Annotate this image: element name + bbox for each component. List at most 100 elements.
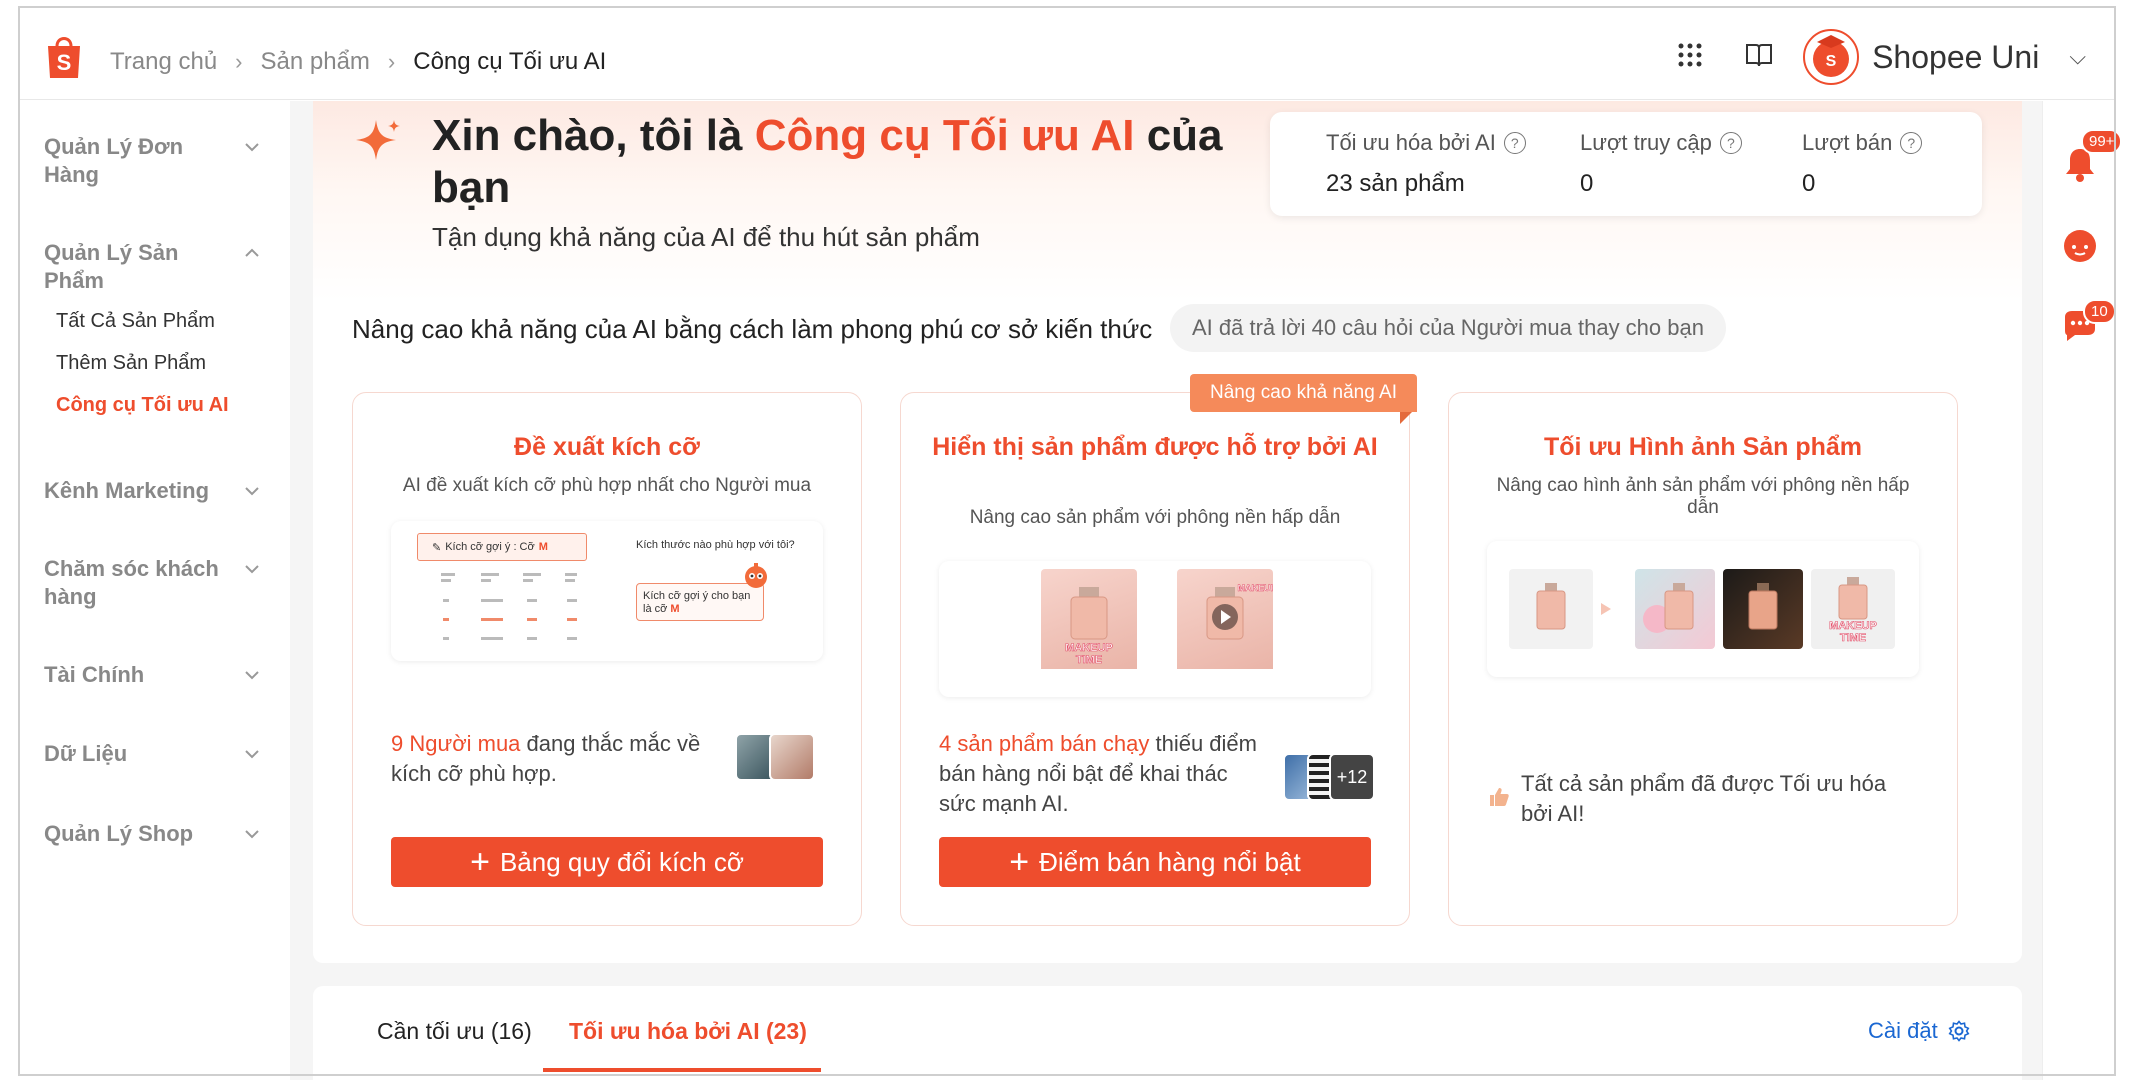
title-prefix: Xin chào, tôi là (432, 111, 755, 160)
size-table (441, 573, 577, 640)
app-frame: S Trang chủ › Sản phẩm › Công cụ Tối ưu … (0, 0, 2132, 1080)
sidebar-group-shop[interactable]: Quản Lý Shop (20, 820, 290, 848)
right-rail: 99+ 10 (2042, 101, 2123, 1080)
size-tag-text: Kích cỡ gợi ý : Cỡ (445, 541, 535, 553)
generated-image: MAKEUP TIME (1811, 569, 1895, 649)
tab-panel: Cần tối ưu (16) Tối ưu hóa bởi AI (23) (313, 986, 2022, 1080)
card-desc: Nâng cao sản phẩm với phông nền hấp dẫn (969, 507, 1341, 528)
svg-text:S: S (1826, 53, 1837, 70)
image-preview: MAKEUP TIME (1487, 541, 1919, 677)
page-subtitle: Tận dụng khả năng của AI để thu hút sản … (432, 222, 980, 252)
card-title: Hiển thị sản phẩm được hỗ trợ bởi AI (932, 433, 1378, 461)
card-size-suggestion: Đề xuất kích cỡ AI đề xuất kích cỡ phù h… (352, 392, 862, 926)
sidebar-group-marketing[interactable]: Kênh Marketing (20, 477, 290, 505)
sidebar-item-add-product[interactable]: Thêm Sản Phẩm (44, 349, 266, 377)
active-tab-indicator (543, 1068, 821, 1072)
breadcrumb-products[interactable]: Sản phẩm (261, 48, 370, 76)
sidebar-group-label: Dữ Liệu (44, 741, 128, 766)
breadcrumb-home[interactable]: Trang chủ (110, 48, 217, 76)
arrow-right-icon (1601, 603, 1611, 615)
sidebar: Quản Lý Đơn Hàng Quản Lý Sản Phẩm Tất Cả… (20, 101, 290, 1080)
size-chart-button[interactable]: + Bảng quy đổi kích cỡ (391, 837, 823, 887)
card-image-optimize: Tối ưu Hình ảnh Sản phẩm Nâng cao hình ả… (1448, 392, 1958, 926)
svg-text:TIME: TIME (1840, 632, 1866, 644)
sidebar-group-label: Chăm sóc khách hàng (44, 556, 219, 609)
stat-label: Lượt truy cập (1580, 130, 1712, 155)
help-icon[interactable]: ? (1503, 132, 1526, 154)
button-label: Bảng quy đổi kích cỡ (499, 846, 744, 877)
product-video: MAKEUP (1177, 569, 1277, 687)
sidebar-group-label: Quản Lý Sản Phẩm (44, 240, 179, 293)
stat-value: 0 (1802, 170, 1816, 197)
gear-icon (1948, 1020, 1970, 1042)
size-answer-text: Kích cỡ gợi ý cho bạn là cỡ (643, 590, 751, 615)
chevron-down-icon[interactable]: ⌵ (2069, 44, 2086, 70)
size-answer-value: M (670, 603, 680, 615)
account-menu[interactable]: S Shopee Uni ⌵ (1802, 28, 2086, 86)
apps-grid-icon[interactable] (1677, 42, 1703, 73)
chevron-down-icon (245, 143, 259, 152)
svg-text:MAKEUP: MAKEUP (1065, 642, 1113, 654)
sidebar-group-label: Tài Chính (44, 662, 145, 687)
header-tools (1677, 40, 1816, 74)
chevron-up-icon (245, 248, 259, 257)
help-icon[interactable]: ? (1719, 132, 1742, 154)
stat-value: 0 (1580, 170, 1594, 197)
ai-boost-ribbon: Nâng cao khả năng AI (1190, 374, 1417, 412)
stats-panel: Tối ưu hóa bởi AI? 23 sản phẩm Lượt truy… (1270, 112, 1982, 216)
product-image: MAKEUP TIME (1041, 569, 1137, 687)
generated-image (1635, 569, 1715, 649)
sidebar-group-finance[interactable]: Tài Chính (20, 661, 290, 689)
size-tag-value: M (538, 541, 548, 553)
sidebar-group-customer-care[interactable]: Chăm sóc khách hàng (20, 555, 290, 611)
avatar (769, 733, 815, 781)
original-image (1509, 569, 1593, 649)
settings-link[interactable]: Cài đặt (1868, 1018, 1970, 1044)
account-name: Shopee Uni (1872, 38, 2040, 75)
size-preview: ✎ Kích cỡ gợi ý : Cỡ M Kích thước nào ph… (391, 521, 823, 661)
sidebar-item-ai-tool[interactable]: Công cụ Tối ưu AI (44, 391, 266, 419)
sidebar-item-all-products[interactable]: Tất Cả Sản Phẩm (44, 307, 266, 335)
knowledge-pill: AI đã trả lời 40 câu hỏi của Người mua t… (1170, 304, 1726, 352)
card-desc: AI đề xuất kích cỡ phù hợp nhất cho Ngườ… (402, 475, 812, 496)
more-count: +12 (1329, 753, 1375, 801)
generated-image (1723, 569, 1803, 649)
chevron-down-icon (245, 750, 259, 759)
thumbs-up-icon (1490, 788, 1509, 806)
buyer-avatars (735, 733, 823, 781)
sidebar-group-products[interactable]: Quản Lý Sản Phẩm Tất Cả Sản Phẩm Thêm Sả… (20, 239, 290, 419)
chevron-down-icon (245, 487, 259, 496)
card-note: Tất cả sản phẩm đã được Tối ưu hóa bởi A… (1521, 771, 1887, 826)
sidebar-group-data[interactable]: Dữ Liệu (20, 740, 290, 768)
support-agent-icon[interactable] (2059, 225, 2101, 267)
note-highlight: 9 Người mua (391, 731, 521, 756)
tab-ai-optimized[interactable]: Tối ưu hóa bởi AI (23) (569, 1018, 807, 1045)
card-desc: Nâng cao hình ảnh sản phẩm với phông nền… (1496, 475, 1910, 518)
pencil-icon: ✎ (432, 541, 442, 554)
shopee-logo-icon[interactable]: S (44, 32, 84, 80)
stat-label: Lượt bán (1802, 130, 1893, 155)
svg-text:S: S (57, 50, 72, 75)
help-icon[interactable]: ? (1900, 132, 1923, 154)
chat-badge: 10 (2083, 299, 2116, 324)
note-highlight: 4 sản phẩm bán chạy (939, 731, 1150, 756)
sidebar-group-label: Quản Lý Đơn Hàng (44, 134, 184, 187)
notification-badge: 99+ (2081, 129, 2123, 154)
button-label: Điểm bán hàng nổi bật (1039, 846, 1301, 877)
ai-bot-icon (745, 563, 767, 588)
stat-value: 23 sản phẩm (1326, 170, 1465, 197)
card-ai-display: Hiển thị sản phẩm được hỗ trợ bởi AI Nân… (900, 392, 1410, 926)
stat-sales: Lượt bán? 0 (1802, 130, 1923, 198)
book-icon[interactable] (1745, 42, 1773, 73)
chevron-down-icon (245, 565, 259, 574)
sidebar-group-label: Quản Lý Shop (44, 821, 194, 846)
sidebar-group-orders[interactable]: Quản Lý Đơn Hàng (20, 133, 290, 189)
card-title: Tối ưu Hình ảnh Sản phẩm (1543, 433, 1863, 461)
sidebar-group-label: Kênh Marketing (44, 478, 210, 503)
page-title: Xin chào, tôi là Công cụ Tối ưu AI của b… (432, 110, 1272, 214)
selling-points-button[interactable]: + Điểm bán hàng nổi bật (939, 837, 1371, 887)
size-tag: ✎ Kích cỡ gợi ý : Cỡ M (417, 533, 587, 561)
settings-label: Cài đặt (1868, 1018, 1938, 1043)
card-note: 9 Người mua đang thắc mắc về kích cỡ phù… (391, 729, 711, 789)
tab-need-optimize[interactable]: Cần tối ưu (16) (377, 1018, 532, 1045)
